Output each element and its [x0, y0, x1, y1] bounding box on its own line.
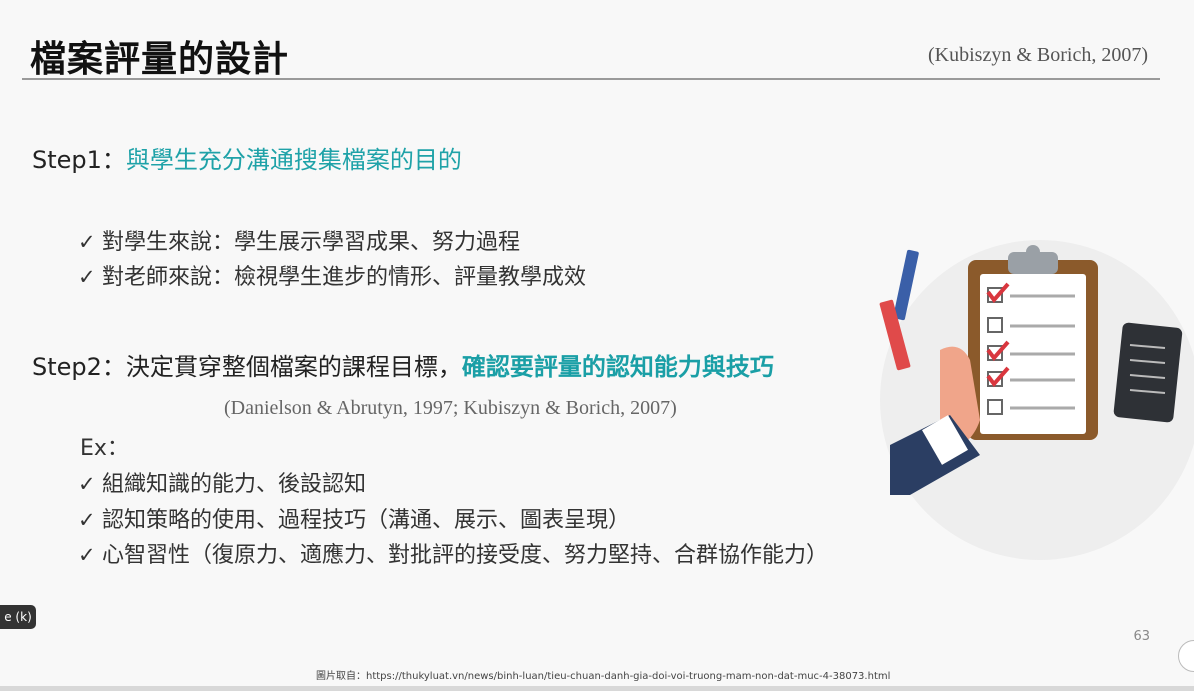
- step1-prefix: Step1：: [32, 146, 126, 174]
- image-source: 圖片取自：https://thukyluat.vn/news/binh-luan…: [316, 671, 891, 682]
- check-icon: ✓: [78, 265, 96, 289]
- keyboard-shortcut-badge: e (k): [0, 605, 36, 629]
- step1-line: Step1：與學生充分溝通搜集檔案的目的: [32, 140, 462, 175]
- citation-mid: (Danielson & Abrutyn, 1997; Kubiszyn & B…: [224, 397, 677, 419]
- list-item-text: 對學生來說：學生展示學習成果、努力過程: [102, 230, 521, 255]
- step2-highlight: 確認要評量的認知能力與技巧: [461, 353, 774, 381]
- slide: 檔案評量的設計 (Kubiszyn & Borich, 2007) Step1：…: [0, 0, 1194, 691]
- clipboard-illustration: [879, 240, 1194, 560]
- list-item: ✓ 對學生來說：學生展示學習成果、努力過程: [78, 224, 520, 256]
- check-icon: ✓: [78, 472, 96, 496]
- ex-label: Ex：: [80, 436, 129, 461]
- step1-highlight: 與學生充分溝通搜集檔案的目的: [125, 146, 462, 174]
- title-divider: [22, 78, 1160, 80]
- list-item: ✓ 對老師來說：檢視學生進步的情形、評量教學成效: [78, 259, 586, 291]
- list-item-text: 認知策略的使用、過程技巧（溝通、展示、圖表呈現）: [102, 508, 631, 533]
- bottom-bar: [0, 686, 1194, 691]
- step2-line: Step2：決定貫穿整個檔案的課程目標，確認要評量的認知能力與技巧: [32, 347, 774, 382]
- check-icon: ✓: [78, 508, 96, 532]
- check-icon: ✓: [78, 230, 96, 254]
- list-item: ✓ 認知策略的使用、過程技巧（溝通、展示、圖表呈現）: [78, 502, 630, 534]
- slide-title: 檔案評量的設計: [30, 39, 290, 80]
- notepad-icon: [1113, 322, 1183, 423]
- list-item-text: 組織知識的能力、後設認知: [102, 472, 367, 497]
- list-item-text: 對老師來說：檢視學生進步的情形、評量教學成效: [102, 265, 587, 290]
- check-icon: ✓: [78, 543, 96, 567]
- step2-prefix: Step2：決定貫穿整個檔案的課程目標，: [32, 353, 462, 381]
- list-item: ✓ 心智習性（復原力、適應力、對批評的接受度、努力堅持、合群協作能力）: [78, 537, 828, 569]
- page-number: 63: [1133, 629, 1150, 644]
- citation-top: (Kubiszyn & Borich, 2007): [928, 44, 1148, 66]
- list-item: ✓ 組織知識的能力、後設認知: [78, 466, 366, 498]
- list-item-text: 心智習性（復原力、適應力、對批評的接受度、努力堅持、合群協作能力）: [102, 543, 829, 568]
